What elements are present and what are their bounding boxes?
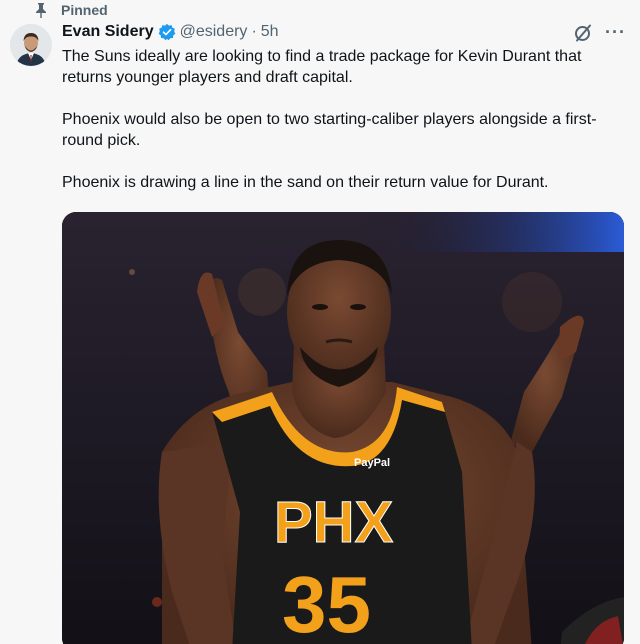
- tweet-paragraph: Phoenix is drawing a line in the sand on…: [62, 174, 549, 191]
- pin-icon: [36, 3, 46, 18]
- tweet-paragraph: The Suns ideally are looking to find a t…: [62, 48, 582, 86]
- tweet-header: Evan Sidery @esidery · 5h: [62, 23, 279, 41]
- tweet-card[interactable]: Pinned Evan Sidery @esidery · 5h ··· The: [0, 0, 640, 644]
- grok-icon[interactable]: [573, 23, 593, 43]
- player-photo: PHX 35 PayPal: [62, 212, 624, 644]
- tweet-timestamp[interactable]: 5h: [261, 23, 279, 41]
- jersey-sponsor: PayPal: [354, 457, 390, 469]
- pinned-indicator: Pinned: [34, 2, 108, 18]
- tweet-paragraph: Phoenix would also be open to two starti…: [62, 111, 597, 149]
- separator-dot: ·: [251, 23, 257, 40]
- tweet-media-photo[interactable]: PHX 35 PayPal: [62, 212, 624, 644]
- pinned-label: Pinned: [61, 2, 108, 18]
- jersey-number: 35: [282, 560, 371, 644]
- avatar-image: [10, 24, 52, 66]
- tweet-text: The Suns ideally are looking to find a t…: [62, 46, 622, 214]
- author-handle[interactable]: @esidery: [180, 23, 248, 41]
- tweet-actions-top: ···: [573, 22, 626, 43]
- jersey-text: PHX: [274, 490, 394, 555]
- more-icon[interactable]: ···: [605, 22, 626, 43]
- verified-badge-icon: [158, 23, 175, 41]
- author-name[interactable]: Evan Sidery: [62, 23, 154, 41]
- avatar[interactable]: [10, 24, 52, 66]
